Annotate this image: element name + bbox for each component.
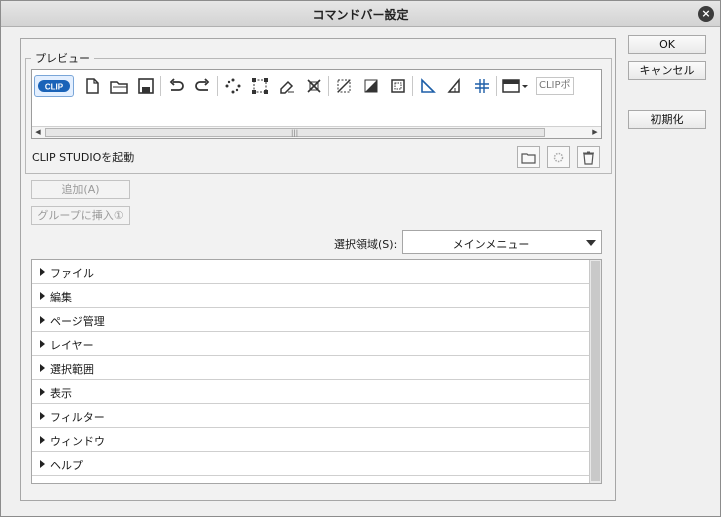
- expand-arrow-icon[interactable]: [40, 268, 45, 276]
- grid-icon[interactable]: [468, 73, 495, 99]
- new-group-button[interactable]: [517, 146, 540, 168]
- selection-area-label: 選択領域(S):: [334, 238, 398, 251]
- trash-icon: [583, 151, 594, 165]
- toolbar-separator: [496, 76, 497, 96]
- tree-item-edit[interactable]: 編集: [32, 284, 590, 308]
- redo-icon[interactable]: [189, 73, 216, 99]
- tree-item-file[interactable]: ファイル: [32, 260, 590, 284]
- scroll-left-icon[interactable]: ◀: [32, 127, 44, 138]
- grip-icon: |||: [291, 129, 299, 137]
- expand-arrow-icon[interactable]: [40, 460, 45, 468]
- horizontal-scrollbar[interactable]: ◀ ||| ▶: [32, 126, 601, 138]
- preview-legend: プレビュー: [31, 50, 94, 66]
- add-button[interactable]: 追加(A): [31, 180, 130, 199]
- tree-item-help[interactable]: ヘルプ: [32, 452, 590, 476]
- vertical-scrollbar[interactable]: [589, 260, 601, 483]
- expand-arrow-icon[interactable]: [40, 388, 45, 396]
- command-bar-settings-dialog: コマンドバー設定 × プレビュー CLIP CLIPポ ◀ ||| ▶ CLIP…: [0, 0, 721, 517]
- cancel-button[interactable]: キャンセル: [628, 61, 706, 80]
- tree-item-label: ヘルプ: [50, 459, 83, 472]
- settings-button[interactable]: [547, 146, 570, 168]
- scroll-right-icon[interactable]: ▶: [589, 127, 601, 138]
- selection-area-dropdown[interactable]: メインメニュー: [402, 230, 602, 254]
- reset-button[interactable]: 初期化: [628, 110, 706, 129]
- tree-item-label: 選択範囲: [50, 363, 94, 376]
- expand-arrow-icon[interactable]: [40, 364, 45, 372]
- menu-tree: ファイル 編集 ページ管理 レイヤー 選択範囲 表示 フィルター ウィンドウ ヘ…: [31, 259, 602, 484]
- ruler-icon[interactable]: [414, 73, 441, 99]
- tree-item-page-management[interactable]: ページ管理: [32, 308, 590, 332]
- toolbar-separator: [160, 76, 161, 96]
- expand-arrow-icon[interactable]: [40, 412, 45, 420]
- menu-dropdown-icon[interactable]: [498, 73, 532, 99]
- tree-item-selection[interactable]: 選択範囲: [32, 356, 590, 380]
- border-icon[interactable]: [384, 73, 411, 99]
- tree-item-layer[interactable]: レイヤー: [32, 332, 590, 356]
- selected-command-name: CLIP STUDIOを起動: [32, 151, 135, 164]
- scrollbar-thumb[interactable]: [591, 261, 600, 481]
- folder-icon: [521, 152, 536, 164]
- delete-button[interactable]: [577, 146, 600, 168]
- new-file-icon[interactable]: [78, 73, 105, 99]
- tree-item-label: 編集: [50, 291, 72, 304]
- title-bar: コマンドバー設定 ×: [1, 1, 720, 27]
- dialog-title: コマンドバー設定: [312, 8, 409, 22]
- toolbar-icons-row: CLIP CLIPポ: [34, 73, 574, 99]
- eraser-selection-icon[interactable]: [273, 73, 300, 99]
- tree-item-window[interactable]: ウィンドウ: [32, 428, 590, 452]
- chevron-down-icon: [586, 240, 596, 246]
- tree-item-label: ウィンドウ: [50, 435, 105, 448]
- crop-icon[interactable]: [300, 73, 327, 99]
- expand-arrow-icon[interactable]: [40, 316, 45, 324]
- toolbar-preview: CLIP CLIPポ ◀ ||| ▶: [31, 69, 602, 139]
- clip-studio-logo-icon[interactable]: CLIP: [34, 75, 74, 97]
- tree-item-filter[interactable]: フィルター: [32, 404, 590, 428]
- toolbar-separator: [412, 76, 413, 96]
- expand-arrow-icon[interactable]: [40, 436, 45, 444]
- svg-text:CLIP: CLIP: [45, 83, 64, 92]
- toolbar-separator: [217, 76, 218, 96]
- undo-icon[interactable]: [162, 73, 189, 99]
- ruler-corner-icon[interactable]: [441, 73, 468, 99]
- tree-item-label: 表示: [50, 387, 72, 400]
- toolbar-separator: [328, 76, 329, 96]
- close-icon[interactable]: ×: [698, 6, 714, 22]
- insert-into-group-button[interactable]: グループに挿入①: [31, 206, 130, 225]
- expand-arrow-icon[interactable]: [40, 340, 45, 348]
- open-folder-icon[interactable]: [105, 73, 132, 99]
- selection-area-value: メインメニュー: [452, 238, 530, 251]
- tree-item-label: ファイル: [50, 267, 94, 280]
- ok-button[interactable]: OK: [628, 35, 706, 54]
- tree-item-label: レイヤー: [50, 339, 94, 352]
- selection-dots-icon[interactable]: [219, 73, 246, 99]
- deselect-icon[interactable]: [330, 73, 357, 99]
- gear-icon: [553, 152, 564, 162]
- overflow-command-label[interactable]: CLIPポ: [536, 77, 574, 95]
- save-icon[interactable]: [132, 73, 159, 99]
- scrollbar-thumb[interactable]: |||: [45, 128, 545, 137]
- transform-icon[interactable]: [246, 73, 273, 99]
- tree-item-label: ページ管理: [50, 315, 105, 328]
- expand-arrow-icon[interactable]: [40, 292, 45, 300]
- tree-item-view[interactable]: 表示: [32, 380, 590, 404]
- fill-icon[interactable]: [357, 73, 384, 99]
- tree-item-label: フィルター: [50, 411, 105, 424]
